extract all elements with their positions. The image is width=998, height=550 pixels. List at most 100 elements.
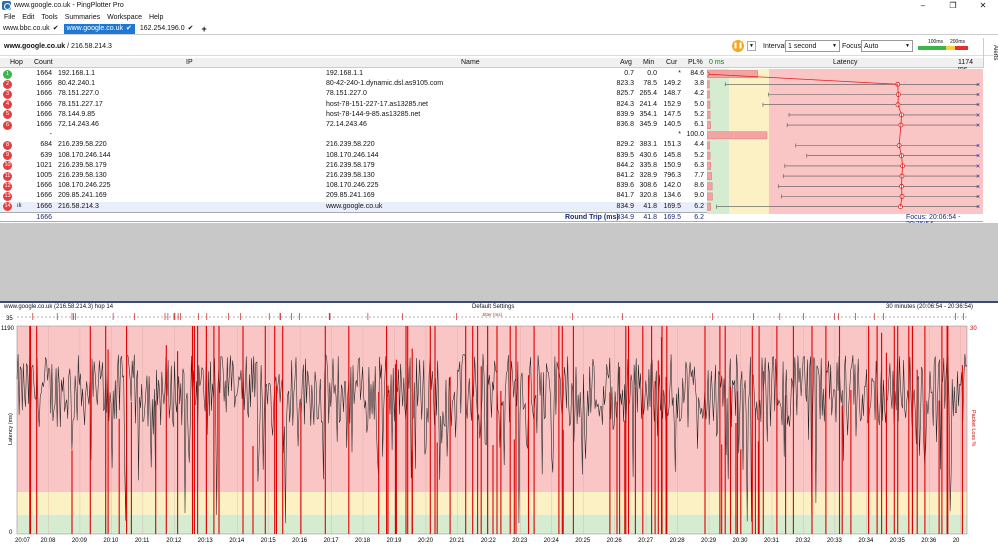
window-title: www.google.co.uk - PingPlotter Pro [14,2,124,9]
close-button[interactable]: ✕ [968,0,998,11]
hop-avg: 841.7 [616,192,634,200]
tab-steam[interactable]: 162.254.196.0 ✔ [137,24,197,34]
menu-workspace[interactable]: Workspace [107,14,142,21]
pingplotter-window: www.google.co.uk - PingPlotter Pro – ❐ ✕… [0,0,998,550]
hop-avg: 825.7 [616,90,634,98]
col-ip[interactable]: IP [186,59,193,66]
hop-pl: 6.3 [694,161,704,169]
round-trip-count: 1666 [36,213,52,221]
col-min[interactable]: Min [643,59,654,66]
latency-max-marker: × [976,82,980,89]
target-path: www.google.co.uk / 216.58.214.3 [0,43,112,50]
scale-green [918,46,946,50]
check-icon: ✔ [125,25,132,32]
tab-label: 162.254.196.0 [139,25,185,32]
target-host: www.google.co.uk [4,42,66,50]
chevron-down-icon: ▼ [749,43,754,49]
jitter-max-label: 35 [6,316,13,322]
latency-scale-legend: 100ms 200ms [918,39,968,55]
hop-name: 216.239.58.130 [326,172,375,179]
col-count[interactable]: Count [34,59,53,66]
col-name[interactable]: Name [461,59,480,66]
maximize-button[interactable]: ❐ [938,0,968,11]
hop-avg: 829.2 [616,141,634,149]
add-tab-button[interactable]: + [199,24,210,34]
time-tick-label: 20:23 [512,538,528,544]
menu-edit[interactable]: Edit [22,14,34,21]
time-tick-label: 20:13 [198,538,214,544]
hop-ip: 216.58.214.3 [58,202,99,210]
hop-pl: 6.1 [694,121,704,128]
hop-ip: 78.144.9.85 [58,110,95,118]
hop-ip: 108.170.246.144 [58,151,111,159]
hop-number-badge: 11 [3,171,12,181]
title-bar: www.google.co.uk - PingPlotter Pro – ❐ ✕ [0,0,998,11]
hop-ip: 216.239.58.220 [58,141,107,149]
menu-help[interactable]: Help [149,14,163,21]
hop-count: - [49,131,52,139]
menu-file[interactable]: File [4,14,15,21]
hop-name: 108.170.246.225 [326,182,379,190]
hop-cur: * [678,131,681,139]
focus-select[interactable]: Auto ▼ [861,40,913,52]
hop-avg: 844.2 [616,161,634,169]
latency-max-marker: × [976,143,980,150]
hop-avg: 839.6 [616,182,634,190]
hop-cur: 149.2 [663,80,681,88]
hop-cur: 796.3 [663,172,681,179]
pl-axis-label: Packet Loss % [970,410,976,446]
time-tick-label: 20:09 [72,538,88,544]
hop-min: 430.6 [639,151,657,159]
col-cur[interactable]: Cur [666,59,677,66]
packet-loss-bar [707,100,711,109]
time-tick-label: 20:31 [764,538,780,544]
hop-avg: 824.3 [616,100,634,108]
time-tick-label: 20:12 [166,538,182,544]
y-axis-label: Latency (ms) [8,413,14,445]
hop-number-badge: 6 [3,120,12,130]
latency-max-marker: × [976,194,980,201]
tab-bbc[interactable]: www.bbc.co.uk ✔ [0,24,62,34]
scale-200-label: 200ms [950,39,966,45]
menu-tools[interactable]: Tools [41,14,57,21]
alerts-panel-tab[interactable]: Alerts [983,38,998,68]
col-hop[interactable]: Hop [10,59,23,66]
timeline-graph[interactable]: 35 Jitter (ms) 1190 0 30 Latency (ms) Packet L… [0,311,998,550]
col-pl[interactable]: PL% [688,59,703,66]
y-max-label: 1190 [1,326,15,332]
hop-pl: 84.6 [690,70,704,77]
pause-icon: ❚❚ [732,43,744,49]
time-tick-label: 20:20 [418,538,434,544]
hop-min: 265.4 [639,90,657,98]
hop-cur: 140.5 [663,121,681,128]
interval-select[interactable]: 1 second ▼ [785,40,840,52]
hop-pl: 5.0 [694,100,704,108]
packet-loss-bar [707,172,712,180]
hop-name: host-78-144-9-85.as13285.net [326,110,421,118]
hop-count: 1666 [36,192,52,200]
packet-loss-bar [707,202,711,211]
hop-number-badge: 1 [3,69,12,79]
packet-loss-bar [707,131,768,140]
check-icon: ✔ [187,25,194,32]
time-tick-label: 20:34 [858,538,874,544]
hop-number-badge: 14 [3,202,12,212]
pause-dropdown-button[interactable]: ▼ [747,41,756,51]
hop-number-badge: 9 [3,151,12,161]
hop-number-badge: 5 [3,110,12,120]
tab-google[interactable]: www.google.co.uk ✔ [63,24,135,34]
minimize-button[interactable]: – [908,0,938,11]
col-avg[interactable]: Avg [620,59,632,66]
hop-ip: 216.239.58.130 [58,172,107,179]
target-header: www.google.co.uk / 216.58.214.3 ❚❚ ▼ Int… [0,37,998,56]
pause-button[interactable]: ❚❚ [732,40,744,52]
hop-pl: 7.7 [694,172,704,179]
hop-pl: 4.4 [694,141,704,149]
hop-avg: 841.2 [616,172,634,179]
menu-summaries[interactable]: Summaries [65,14,100,21]
hop-count: 1021 [36,161,52,169]
timeline-settings[interactable]: Default Settings [472,304,514,310]
scale-100-label: 100ms [928,39,944,45]
time-tick-label: 20:11 [135,538,150,544]
hop-number-badge: 12 [3,181,12,191]
